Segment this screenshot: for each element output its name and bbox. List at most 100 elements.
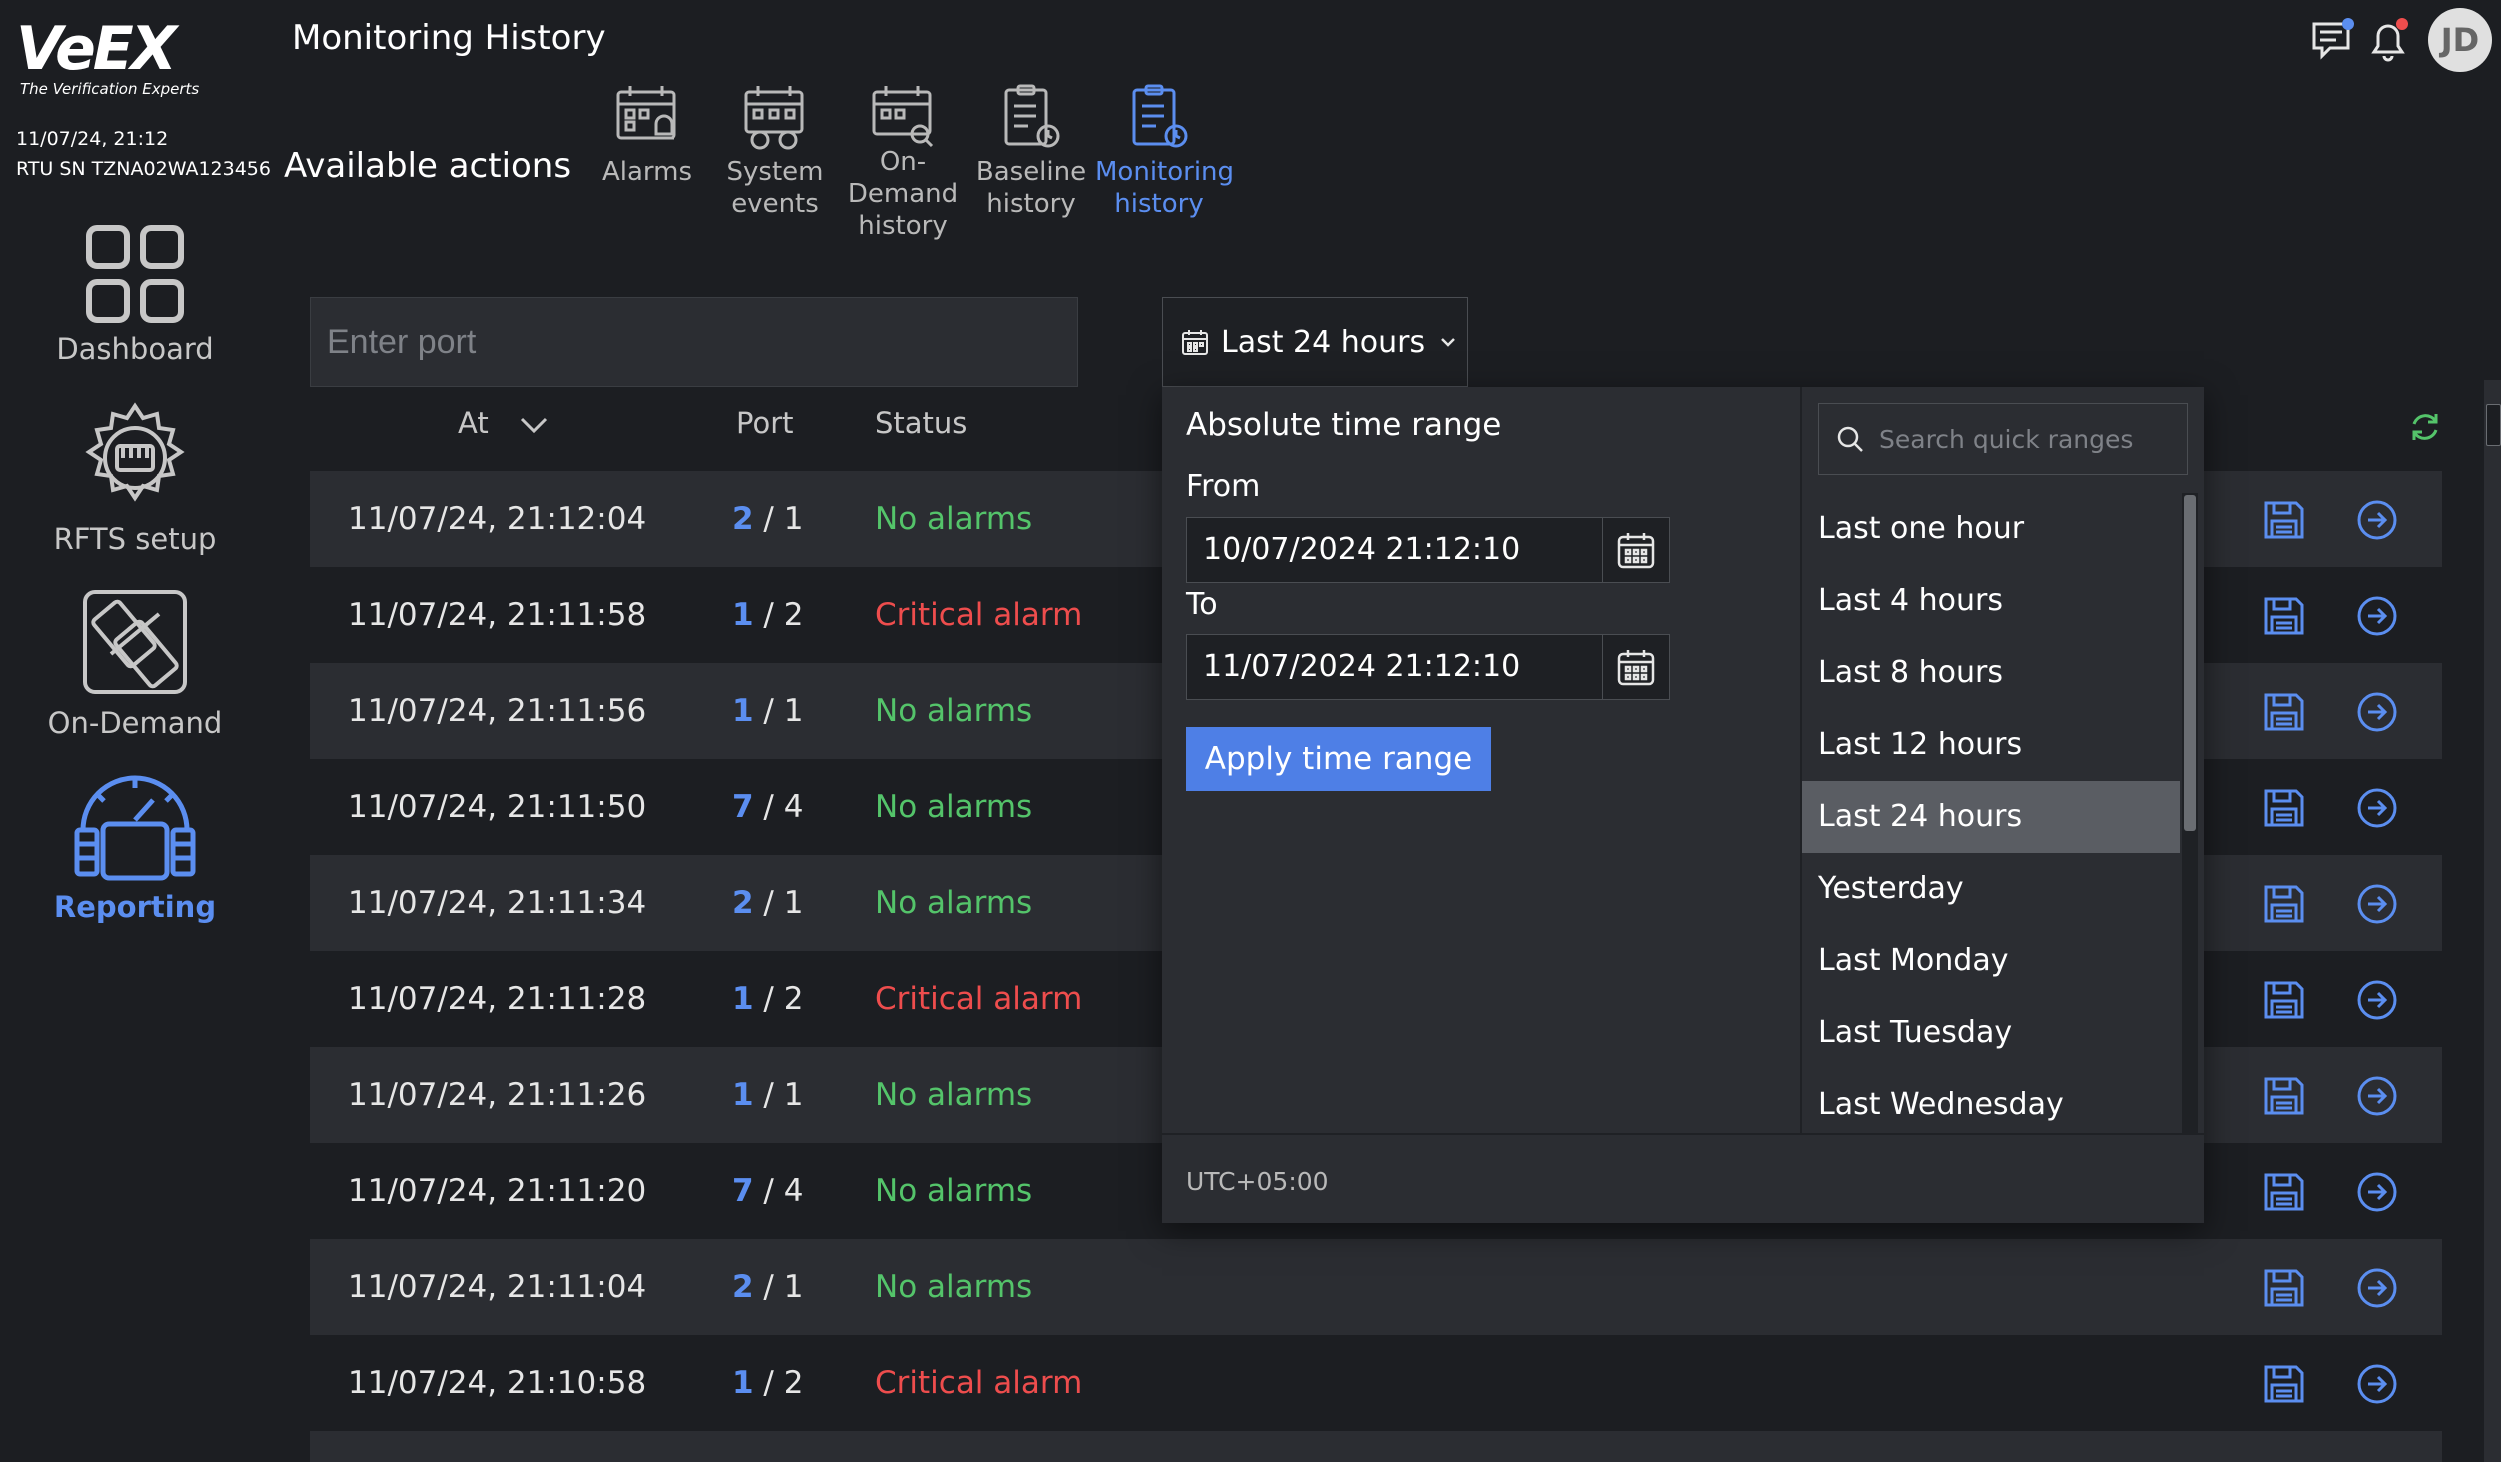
tools-icon bbox=[83, 590, 187, 694]
row-port: 7 / 4 bbox=[732, 1143, 803, 1239]
quick-range-item[interactable]: Last one hour bbox=[1802, 493, 2180, 565]
open-arrow-icon[interactable] bbox=[2356, 1171, 2398, 1213]
row-port-a: 7 bbox=[732, 1173, 754, 1209]
row-status: No alarms bbox=[875, 501, 1033, 537]
open-arrow-icon[interactable] bbox=[2356, 979, 2398, 1021]
open-arrow-icon[interactable] bbox=[2356, 883, 2398, 925]
save-icon[interactable] bbox=[2262, 883, 2306, 925]
sidebar: VeEX The Verification Experts 11/07/24, … bbox=[0, 0, 271, 1462]
chevron-down-icon bbox=[520, 417, 547, 434]
page-scroll-thumb[interactable] bbox=[2486, 404, 2501, 446]
row-timestamp: 11/07/24, 21:11:04 bbox=[348, 1269, 647, 1305]
row-port-a: 2 bbox=[732, 885, 754, 921]
on-demand-history-icon bbox=[872, 86, 934, 148]
column-header-label: At bbox=[458, 406, 489, 440]
from-calendar-button[interactable] bbox=[1602, 518, 1669, 582]
column-header-at[interactable]: At bbox=[458, 406, 550, 440]
port-separator: / bbox=[753, 597, 784, 633]
port-separator: / bbox=[753, 501, 784, 537]
action-baseline-history[interactable]: Baseline history bbox=[967, 82, 1095, 220]
open-arrow-icon[interactable] bbox=[2356, 691, 2398, 733]
apply-time-range-button[interactable]: Apply time range bbox=[1186, 727, 1491, 791]
row-port-a: 1 bbox=[732, 597, 754, 633]
save-icon[interactable] bbox=[2262, 499, 2306, 541]
from-date-field[interactable]: 10/07/2024 21:12:10 bbox=[1186, 517, 1670, 583]
row-timestamp: 11/07/24, 21:11:34 bbox=[348, 885, 647, 921]
quick-range-item[interactable]: Last 8 hours bbox=[1802, 637, 2180, 709]
save-icon[interactable] bbox=[2262, 979, 2306, 1021]
to-date-value: 11/07/2024 21:12:10 bbox=[1203, 649, 1521, 684]
quick-range-item[interactable]: Last Wednesday bbox=[1802, 1069, 2180, 1133]
column-header-port: Port bbox=[736, 406, 794, 440]
row-status: No alarms bbox=[875, 1077, 1033, 1113]
action-label: Alarms bbox=[601, 157, 693, 187]
column-header-status: Status bbox=[875, 406, 968, 440]
quick-range-item[interactable]: Last 12 hours bbox=[1802, 709, 2180, 781]
port-separator: / bbox=[753, 789, 784, 825]
veex-logo: VeEX The Verification Experts bbox=[14, 12, 214, 102]
sidebar-item-label: On-Demand bbox=[47, 706, 223, 740]
chat-icon[interactable] bbox=[2310, 18, 2356, 62]
save-icon[interactable] bbox=[2262, 1363, 2306, 1405]
monitoring-history-icon bbox=[1132, 84, 1188, 148]
open-arrow-icon[interactable] bbox=[2356, 1267, 2398, 1309]
save-icon[interactable] bbox=[2262, 1171, 2306, 1213]
time-range-label: Last 24 hours bbox=[1221, 324, 1426, 360]
action-monitoring-history[interactable]: Monitoring history bbox=[1095, 82, 1235, 220]
row-status: Critical alarm bbox=[875, 981, 1083, 1017]
table-row[interactable]: 11/07/24, 21:11:04 2 / 1 No alarms bbox=[310, 1239, 2442, 1335]
port-separator: / bbox=[753, 693, 784, 729]
action-system-events[interactable]: System events bbox=[711, 82, 839, 220]
sidebar-item-reporting[interactable]: Reporting bbox=[20, 768, 250, 948]
action-on-demand-history[interactable]: On-Demand history bbox=[839, 82, 967, 242]
row-port: 7 / 4 bbox=[732, 759, 803, 855]
bell-icon[interactable] bbox=[2366, 18, 2412, 62]
action-alarms[interactable]: Alarms bbox=[583, 82, 711, 188]
sidebar-item-dashboard[interactable]: Dashboard bbox=[20, 222, 250, 402]
available-actions-title: Available actions bbox=[284, 146, 572, 186]
save-icon[interactable] bbox=[2262, 691, 2306, 733]
save-icon[interactable] bbox=[2262, 1267, 2306, 1309]
device-datetime: 11/07/24, 21:12 bbox=[16, 128, 169, 150]
quick-range-item[interactable]: Last Tuesday bbox=[1802, 997, 2180, 1069]
quick-range-item[interactable]: Last 24 hours bbox=[1802, 781, 2180, 853]
page-scrollbar[interactable] bbox=[2484, 380, 2501, 1462]
row-port-b: 1 bbox=[783, 501, 804, 537]
sidebar-item-rfts-setup[interactable]: RFTS setup bbox=[20, 400, 250, 580]
row-port-b: 4 bbox=[783, 789, 804, 825]
to-date-field[interactable]: 11/07/2024 21:12:10 bbox=[1186, 634, 1670, 700]
sidebar-item-on-demand[interactable]: On-Demand bbox=[20, 584, 250, 764]
row-timestamp: 11/07/24, 21:11:56 bbox=[348, 693, 647, 729]
refresh-icon[interactable] bbox=[2408, 410, 2442, 444]
alarm-calendar-icon bbox=[616, 86, 676, 140]
to-calendar-button[interactable] bbox=[1602, 635, 1669, 699]
open-arrow-icon[interactable] bbox=[2356, 787, 2398, 829]
quick-range-item[interactable]: Last 4 hours bbox=[1802, 565, 2180, 637]
action-label: Monitoring history bbox=[1095, 157, 1235, 219]
open-arrow-icon[interactable] bbox=[2356, 1363, 2398, 1405]
open-arrow-icon[interactable] bbox=[2356, 499, 2398, 541]
table-row[interactable]: 11/07/24, 21:10:58 1 / 2 Critical alarm bbox=[310, 1335, 2442, 1431]
quick-range-search[interactable] bbox=[1818, 403, 2188, 475]
row-port-b: 1 bbox=[783, 885, 804, 921]
system-events-icon bbox=[744, 86, 804, 150]
row-port-a: 2 bbox=[732, 1269, 754, 1305]
open-arrow-icon[interactable] bbox=[2356, 1075, 2398, 1117]
open-arrow-icon[interactable] bbox=[2356, 595, 2398, 637]
gauge-icon bbox=[74, 775, 196, 881]
user-avatar[interactable]: JD bbox=[2428, 8, 2492, 72]
save-icon[interactable] bbox=[2262, 1075, 2306, 1117]
save-icon[interactable] bbox=[2262, 595, 2306, 637]
quick-range-scroll-thumb[interactable] bbox=[2184, 495, 2196, 831]
port-input[interactable] bbox=[310, 297, 1078, 387]
quick-range-item[interactable]: Yesterday bbox=[1802, 853, 2180, 925]
time-range-dropdown[interactable]: Last 24 hours bbox=[1162, 297, 1468, 387]
row-port-b: 1 bbox=[783, 1269, 804, 1305]
row-timestamp: 11/07/24, 21:11:20 bbox=[348, 1173, 647, 1209]
row-status: No alarms bbox=[875, 1269, 1033, 1305]
row-port-b: 1 bbox=[783, 1077, 804, 1113]
sidebar-item-label: Dashboard bbox=[56, 332, 214, 366]
save-icon[interactable] bbox=[2262, 787, 2306, 829]
quick-range-search-input[interactable] bbox=[1877, 423, 2181, 455]
quick-range-item[interactable]: Last Monday bbox=[1802, 925, 2180, 997]
